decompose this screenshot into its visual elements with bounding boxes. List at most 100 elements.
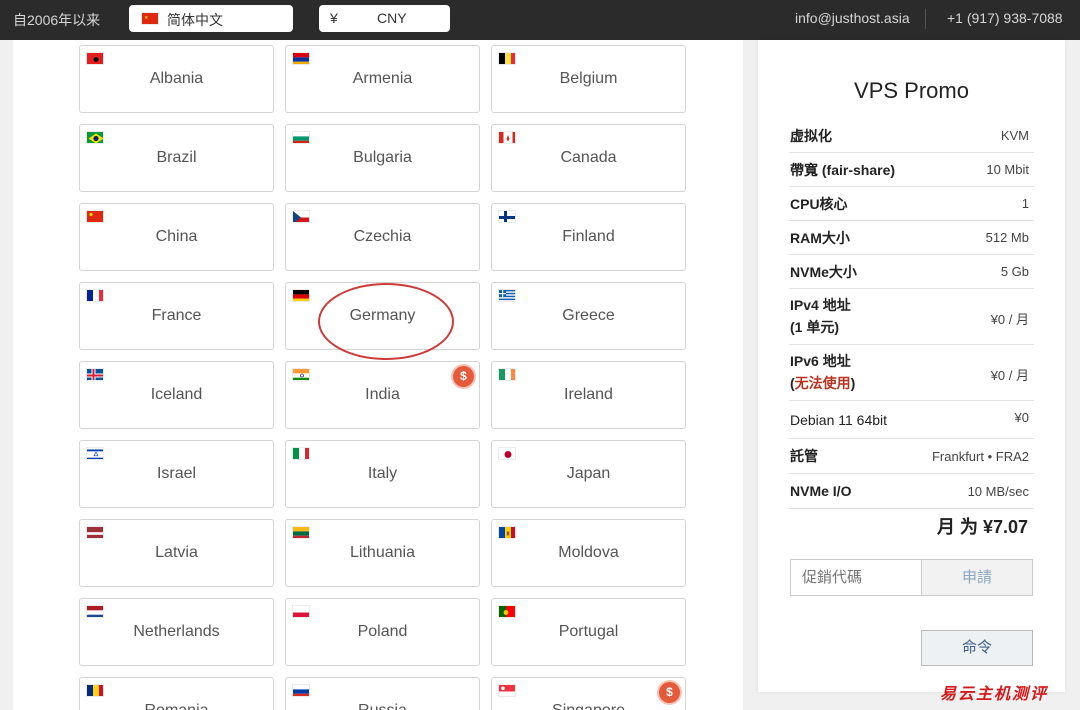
spec-label: IPv4 地址 — [790, 297, 851, 313]
spec-sublabel: (1 单元) — [790, 319, 839, 335]
location-card-lithuania[interactable]: Lithuania — [285, 519, 480, 587]
spec-label: IPv6 地址 — [790, 353, 851, 369]
spec-sublabel: (无法使用) — [790, 375, 856, 391]
location-name: Albania — [149, 70, 204, 87]
location-card-china[interactable]: China — [79, 203, 274, 271]
location-name: Latvia — [155, 544, 198, 561]
order-button[interactable]: 命令 — [921, 630, 1033, 666]
spec-value: 512 Mb — [985, 230, 1029, 245]
germany-flag-icon — [292, 289, 310, 302]
unavailable-text: 无法使用 — [794, 375, 851, 391]
location-card-romania[interactable]: Romania — [79, 677, 274, 710]
watermark: 易云主机测评 — [940, 686, 1049, 703]
location-card-finland[interactable]: Finland — [491, 203, 686, 271]
location-card-singapore[interactable]: Singapore$ — [491, 677, 686, 710]
spec-row-hosting: 託管 Frankfurt • FRA2 — [789, 439, 1034, 474]
spec-value: ¥0 / 月 — [990, 368, 1029, 383]
location-grid: Albania Armenia Belgium Brazil Bulgaria Canad… — [13, 40, 743, 710]
spec-label: 帶寬 (fair-share) — [790, 162, 896, 178]
language-label: 简体中文 — [167, 12, 223, 28]
location-name: Belgium — [559, 70, 618, 87]
czechia-flag-icon — [292, 210, 310, 223]
location-card-canada[interactable]: Canada — [491, 124, 686, 192]
spec-value: ¥0 — [1014, 410, 1029, 425]
location-card-poland[interactable]: Poland — [285, 598, 480, 666]
spec-label: CPU核心 — [790, 196, 848, 212]
lithuania-flag-icon — [292, 526, 310, 539]
spec-row-bandwidth: 帶寬 (fair-share) 10 Mbit — [789, 153, 1034, 187]
dollar-badge-icon: $ — [659, 682, 680, 703]
location-card-bulgaria[interactable]: Bulgaria — [285, 124, 480, 192]
language-select[interactable]: ★ 简体中文 — [129, 5, 293, 32]
location-name: Singapore — [492, 702, 685, 710]
location-name: Italy — [367, 465, 398, 482]
netherlands-flag-icon — [86, 605, 104, 618]
monthly-price: 月 为 ¥7.07 — [936, 517, 1028, 537]
india-flag-icon — [292, 368, 310, 381]
spec-value: KVM — [1000, 128, 1029, 143]
china-flag-icon: ★ — [141, 12, 159, 25]
location-name: Lithuania — [350, 544, 415, 561]
location-name: France — [151, 307, 202, 324]
order-sidebar: VPS Promo 虚拟化 KVM 帶寬 (fair-share) 10 Mbi… — [758, 40, 1065, 692]
location-name: Finland — [562, 228, 615, 245]
location-card-brazil[interactable]: Brazil — [79, 124, 274, 192]
contact-email[interactable]: info@justhost.asia — [795, 10, 910, 26]
location-card-latvia[interactable]: Latvia — [79, 519, 274, 587]
location-name: Iceland — [150, 386, 203, 403]
spec-label: RAM大小 — [790, 230, 850, 246]
promo-code-input[interactable] — [790, 559, 922, 596]
divider — [925, 9, 926, 29]
armenia-flag-icon — [292, 52, 310, 65]
sidebar-title: VPS Promo — [854, 78, 969, 103]
brazil-flag-icon — [86, 131, 104, 144]
location-name: China — [155, 228, 198, 245]
israel-flag-icon — [86, 447, 104, 460]
location-name: India — [365, 386, 400, 403]
location-card-albania[interactable]: Albania — [79, 45, 274, 113]
contact-phone[interactable]: +1 (917) 938-7088 — [947, 10, 1063, 26]
location-card-russia[interactable]: Russia — [285, 677, 480, 710]
svg-text:★: ★ — [144, 15, 149, 21]
japan-flag-icon — [498, 447, 516, 460]
currency-select[interactable]: ¥ CNY — [319, 5, 450, 32]
location-name: Ireland — [564, 386, 613, 403]
location-name: Poland — [357, 623, 408, 640]
singapore-flag-icon — [498, 684, 516, 697]
location-card-armenia[interactable]: Armenia — [285, 45, 480, 113]
location-name: Brazil — [156, 149, 197, 166]
finland-flag-icon — [498, 210, 516, 223]
location-name: Russia — [286, 702, 479, 710]
top-bar: 自2006年以来 ★ 简体中文 ¥ CNY info@justhost.asia… — [0, 0, 1080, 40]
location-card-czechia[interactable]: Czechia — [285, 203, 480, 271]
ireland-flag-icon — [498, 368, 516, 381]
location-card-moldova[interactable]: Moldova — [491, 519, 686, 587]
os-label[interactable]: Debian 11 64bit — [790, 409, 887, 431]
location-card-israel[interactable]: Israel — [79, 440, 274, 508]
location-card-greece[interactable]: Greece — [491, 282, 686, 350]
iceland-flag-icon — [86, 368, 104, 381]
moldova-flag-icon — [498, 526, 516, 539]
spec-row-cpu: CPU核心 1 — [789, 187, 1034, 221]
location-card-portugal[interactable]: Portugal — [491, 598, 686, 666]
since-text: 自2006年以来 — [13, 12, 101, 28]
spec-value: Frankfurt • FRA2 — [931, 449, 1029, 464]
spec-row-io: NVMe I/O 10 MB/sec — [789, 474, 1034, 509]
italy-flag-icon — [292, 447, 310, 460]
location-name: Moldova — [558, 544, 619, 561]
spec-row-nvme: NVMe大小 5 Gb — [789, 255, 1034, 289]
location-card-netherlands[interactable]: Netherlands — [79, 598, 274, 666]
spec-row-ram: RAM大小 512 Mb — [789, 221, 1034, 255]
portugal-flag-icon — [498, 605, 516, 618]
location-card-japan[interactable]: Japan — [491, 440, 686, 508]
location-name: Japan — [566, 465, 611, 482]
location-card-ireland[interactable]: Ireland — [491, 361, 686, 429]
location-card-italy[interactable]: Italy — [285, 440, 480, 508]
location-card-india[interactable]: India $ — [285, 361, 480, 429]
location-card-iceland[interactable]: Iceland — [79, 361, 274, 429]
location-name: Netherlands — [133, 623, 220, 640]
apply-promo-button[interactable]: 申請 — [921, 559, 1033, 596]
location-card-france[interactable]: France — [79, 282, 274, 350]
location-card-belgium[interactable]: Belgium — [491, 45, 686, 113]
china-flag-icon — [86, 210, 104, 223]
